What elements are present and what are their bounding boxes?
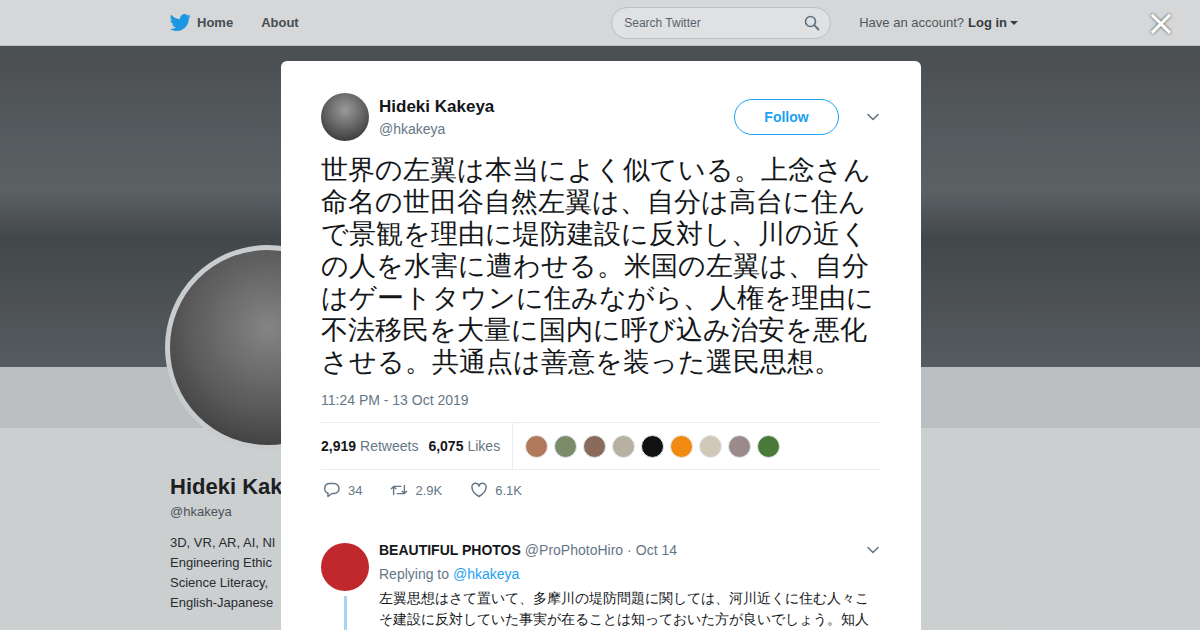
chevron-down-icon[interactable] [865,109,881,125]
tweet-text: 世界の左翼は本当によく似ている。上念さん命名の世田谷自然左翼は、自分は高台に住ん… [321,154,881,378]
retweet-button[interactable]: 2.9K [390,481,442,499]
retweets-count: 2,919 [321,438,356,454]
tweet-timestamp[interactable]: 11:24 PM - 13 Oct 2019 [321,391,881,409]
liker-avatars [512,423,780,469]
replying-to: Replying to @hkakeya [379,564,881,584]
reply-tweet[interactable]: BEAUTIFUL PHOTOS @ProPhotoHiro · Oct 14 … [321,540,881,630]
retweet-arrows-icon [390,481,408,499]
author-handle[interactable]: @hkakeya [379,120,494,138]
tweet-stats: 2,919Retweets 6,075Likes [321,422,881,470]
reply-bubble-icon [323,481,341,499]
likes-stat[interactable]: 6,075Likes [428,438,500,454]
liker-avatar[interactable] [525,435,548,458]
retweets-stat[interactable]: 2,919Retweets [321,438,418,454]
reply-text: 左翼思想はさて置いて、多摩川の堤防問題に関しては、河川近くに住む人々こそ建設に反… [379,588,875,630]
heart-icon [470,481,488,499]
liker-avatar[interactable] [583,435,606,458]
reply-count: 34 [348,483,362,498]
reply-header: BEAUTIFUL PHOTOS @ProPhotoHiro · Oct 14 [379,540,881,560]
retweets-label: Retweets [360,438,418,454]
author-names: Hideki Kakeya @hkakeya [379,96,494,138]
liker-avatar[interactable] [641,435,664,458]
tweet-modal: Hideki Kakeya @hkakeya Follow 世界の左翼は本当によ… [281,61,921,630]
reply-author-name[interactable]: BEAUTIFUL PHOTOS [379,540,521,560]
replying-label: Replying to [379,564,449,584]
reply-separator: · [627,540,632,560]
liker-avatar[interactable] [554,435,577,458]
reply-handle[interactable]: @ProPhotoHiro [525,540,623,560]
liker-avatar[interactable] [728,435,751,458]
chevron-down-icon[interactable] [865,542,881,558]
likes-label: Likes [467,438,500,454]
like-count: 6.1K [495,483,522,498]
author-name[interactable]: Hideki Kakeya [379,96,494,118]
follow-button[interactable]: Follow [734,99,839,135]
liker-avatar[interactable] [757,435,780,458]
liker-avatar[interactable] [612,435,635,458]
author-avatar[interactable] [321,93,369,141]
tweet-actions: 34 2.9K 6.1K [321,470,881,510]
retweet-count: 2.9K [415,483,442,498]
like-button[interactable]: 6.1K [470,481,522,499]
likes-count: 6,075 [428,438,463,454]
reply-avatar-column [321,540,369,630]
reply-time[interactable]: Oct 14 [636,540,677,560]
liker-avatar[interactable] [699,435,722,458]
thread-line [344,596,347,630]
liker-avatar[interactable] [670,435,693,458]
twitter-page: Home About Have an account? Log in Hidek… [0,0,1200,630]
tweet-header: Hideki Kakeya @hkakeya Follow [321,93,881,141]
reply-avatar[interactable] [321,543,369,591]
reply-button[interactable]: 34 [323,481,362,499]
close-button[interactable]: × [1142,2,1180,44]
replying-handle[interactable]: @hkakeya [453,564,519,584]
reply-body: BEAUTIFUL PHOTOS @ProPhotoHiro · Oct 14 … [379,540,881,630]
